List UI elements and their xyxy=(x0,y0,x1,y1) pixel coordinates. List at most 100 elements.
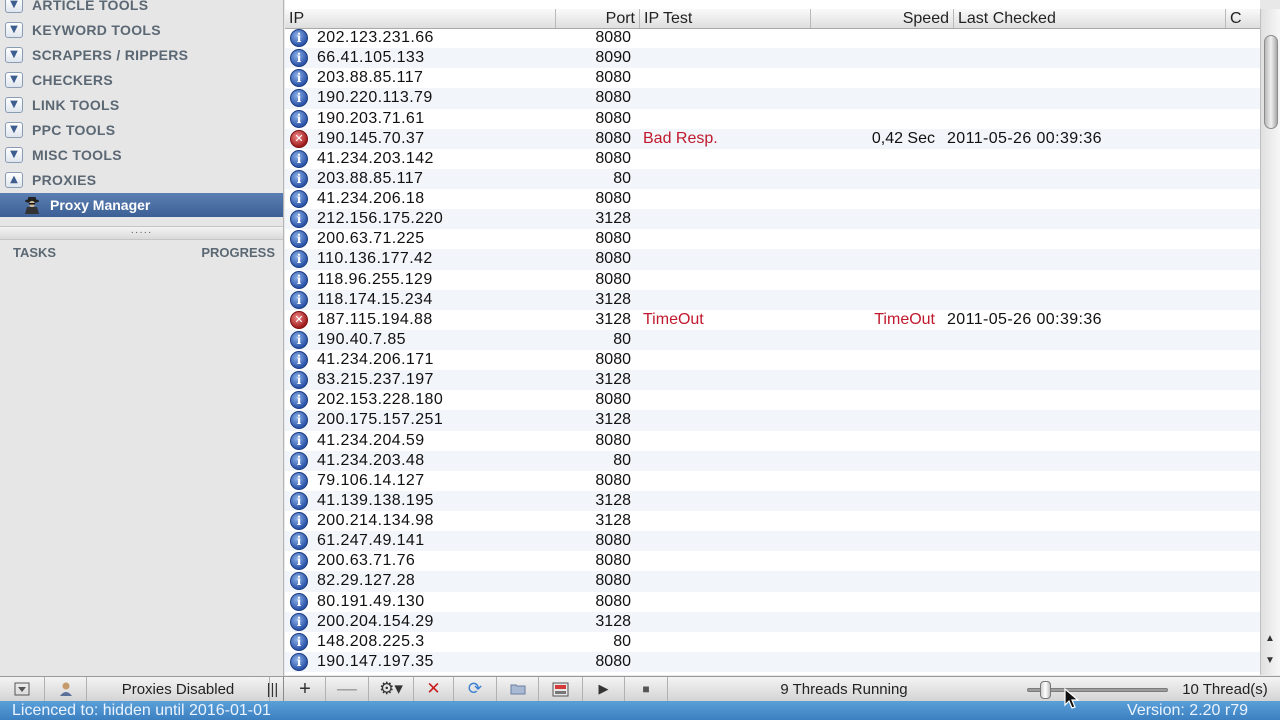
table-row[interactable]: i 190.203.71.61 8080 xyxy=(285,109,1260,129)
scroll-down-arrow-icon[interactable]: ▼ xyxy=(1265,655,1275,666)
open-folder-button[interactable] xyxy=(497,677,539,701)
chevron-down-icon[interactable]: ▼ xyxy=(5,122,23,138)
table-row[interactable]: i 79.106.14.127 8080 xyxy=(285,471,1260,491)
table-row[interactable]: i 190.147.197.35 8080 xyxy=(285,651,1260,672)
sidebar-category[interactable]: ▲ PROXIES xyxy=(0,168,283,193)
table-row[interactable]: i 41.234.206.18 8080 xyxy=(285,189,1260,209)
port-cell: 80 xyxy=(613,169,631,187)
column-header-last-checked[interactable]: Last Checked xyxy=(954,9,1226,28)
table-row[interactable]: i 83.215.237.197 3128 xyxy=(285,370,1260,391)
sidebar-category[interactable]: ▼ KEYWORD TOOLS xyxy=(0,17,283,42)
proxy-user-button[interactable] xyxy=(45,677,87,701)
column-header-speed[interactable]: Speed xyxy=(811,9,954,28)
stop-button[interactable]: ■ xyxy=(625,677,668,701)
table-row[interactable]: i 148.208.225.3 80 xyxy=(285,632,1260,652)
table-row[interactable]: i 200.63.71.76 8080 xyxy=(285,551,1260,571)
table-row[interactable]: i 41.234.206.171 8080 xyxy=(285,350,1260,370)
info-icon: i xyxy=(290,250,308,269)
remove-button[interactable]: — xyxy=(326,677,369,701)
sidebar-category[interactable]: ▼ SCRAPERS / RIPPERS xyxy=(0,42,283,67)
table-row[interactable]: i 190.220.113.79 8080 xyxy=(285,88,1260,109)
resize-grip-icon[interactable]: ||| xyxy=(262,677,284,701)
sidebar-category[interactable]: ▼ ARTICLE TOOLS xyxy=(0,0,283,17)
ip-cell: 118.174.15.234 xyxy=(317,290,433,308)
info-icon: i xyxy=(290,512,308,531)
table-row[interactable]: i 202.123.231.66 8080 xyxy=(285,28,1260,48)
table-row[interactable]: ✕ 190.145.70.37 8080 Bad Resp. 0,42 Sec 2011-… xyxy=(285,128,1260,149)
vertical-scrollbar[interactable]: ▲ ▼ xyxy=(1260,9,1280,675)
scrollbar-thumb[interactable] xyxy=(1264,35,1278,129)
table-row[interactable]: i 200.63.71.225 8080 xyxy=(285,229,1260,249)
table-row[interactable]: i 212.156.175.220 3128 xyxy=(285,209,1260,230)
port-cell: 8080 xyxy=(595,270,631,288)
table-row[interactable]: i 200.204.154.29 3128 xyxy=(285,611,1260,632)
save-button[interactable] xyxy=(539,677,583,701)
add-button[interactable]: + xyxy=(285,677,326,701)
table-row[interactable]: i 190.40.7.85 80 xyxy=(285,329,1260,350)
gear-icon: ⚙▾ xyxy=(379,679,403,698)
stop-icon: ■ xyxy=(642,682,650,696)
chevron-down-icon[interactable]: ▼ xyxy=(5,147,23,164)
ip-cell: 190.145.70.37 xyxy=(317,129,425,147)
info-icon: i xyxy=(290,210,308,229)
sidebar-category[interactable]: ▼ CHECKERS xyxy=(0,67,283,92)
port-cell: 8080 xyxy=(595,592,631,610)
sidebar-category-label: PROXIES xyxy=(32,172,97,189)
proxy-table: IP Port IP Test Speed Last Checked C i 20… xyxy=(285,0,1260,675)
spy-agent-icon xyxy=(25,197,39,214)
plus-icon: + xyxy=(299,677,311,700)
table-row[interactable]: i 200.214.134.98 3128 xyxy=(285,511,1260,531)
sidebar-category[interactable]: ▼ MISC TOOLS xyxy=(0,143,283,168)
table-row[interactable]: i 61.247.49.141 8080 xyxy=(285,531,1260,552)
chevron-up-icon[interactable]: ▲ xyxy=(5,172,23,189)
sidebar-category[interactable]: ▼ PPC TOOLS xyxy=(0,118,283,143)
thread-count-label: 10 Thread(s) xyxy=(1182,680,1268,698)
table-row[interactable]: i 41.234.203.142 8080 xyxy=(285,149,1260,169)
column-header-ip-test[interactable]: IP Test xyxy=(640,9,811,28)
table-row[interactable]: i 82.29.127.28 8080 xyxy=(285,571,1260,592)
start-button[interactable]: ▶ xyxy=(583,677,625,701)
scroll-up-arrow-icon[interactable]: ▲ xyxy=(1265,633,1275,644)
speed-cell: 0,42 Sec xyxy=(871,129,935,147)
table-row[interactable]: i 202.153.228.180 8080 xyxy=(285,390,1260,410)
ip-cell: 200.175.157.251 xyxy=(317,411,444,429)
table-row[interactable]: i 66.41.105.133 8090 xyxy=(285,48,1260,69)
column-header-port[interactable]: Port xyxy=(556,9,640,28)
ip-cell: 41.234.206.171 xyxy=(317,351,434,369)
table-row[interactable]: i 41.139.138.195 3128 xyxy=(285,490,1260,511)
error-icon: ✕ xyxy=(290,310,308,329)
table-row[interactable]: i 203.88.85.117 80 xyxy=(285,168,1260,189)
chevron-down-icon[interactable]: ▼ xyxy=(5,0,23,13)
table-row[interactable]: i 200.175.157.251 3128 xyxy=(285,410,1260,431)
column-header-c[interactable]: C xyxy=(1226,9,1260,28)
sidebar-category[interactable]: ▼ LINK TOOLS xyxy=(0,92,283,117)
ip-test-cell: Bad Resp. xyxy=(643,129,718,147)
chevron-down-icon[interactable]: ▼ xyxy=(5,71,23,88)
chevron-down-icon[interactable]: ▼ xyxy=(5,21,23,38)
sidebar-item-proxy-manager[interactable]: Proxy Manager xyxy=(0,193,283,217)
table-row[interactable]: i 118.96.255.129 8080 xyxy=(285,270,1260,290)
red-x-icon: ✕ xyxy=(426,679,441,698)
sidebar-menu-button[interactable] xyxy=(0,677,45,701)
delete-button[interactable]: ✕ xyxy=(414,677,454,701)
table-row[interactable]: ✕ 187.115.194.88 3128 TimeOut TimeOut 2011-05… xyxy=(285,310,1260,330)
column-header-ip[interactable]: IP xyxy=(285,9,556,28)
info-icon: i xyxy=(290,391,308,410)
table-row[interactable]: i 80.191.49.130 8080 xyxy=(285,592,1260,612)
thread-slider-knob[interactable] xyxy=(1040,681,1051,699)
refresh-button[interactable]: ⟳ xyxy=(454,677,497,701)
ip-cell: 148.208.225.3 xyxy=(317,632,425,650)
info-icon: i xyxy=(290,471,308,490)
table-row[interactable]: i 41.234.203.48 80 xyxy=(285,450,1260,471)
play-icon: ▶ xyxy=(598,681,609,696)
pane-splitter[interactable]: ····· xyxy=(0,226,283,240)
table-row[interactable]: i 118.174.15.234 3128 xyxy=(285,289,1260,310)
licence-text: Licenced to: hidden until 2016-01-01 xyxy=(12,701,271,719)
chevron-down-icon[interactable]: ▼ xyxy=(5,96,23,113)
chevron-down-icon[interactable]: ▼ xyxy=(5,46,23,63)
info-icon: i xyxy=(290,351,308,370)
table-row[interactable]: i 203.88.85.117 8080 xyxy=(285,68,1260,88)
table-row[interactable]: i 41.234.204.59 8080 xyxy=(285,431,1260,451)
settings-menu-button[interactable]: ⚙▾ xyxy=(369,677,414,701)
table-row[interactable]: i 110.136.177.42 8080 xyxy=(285,249,1260,270)
